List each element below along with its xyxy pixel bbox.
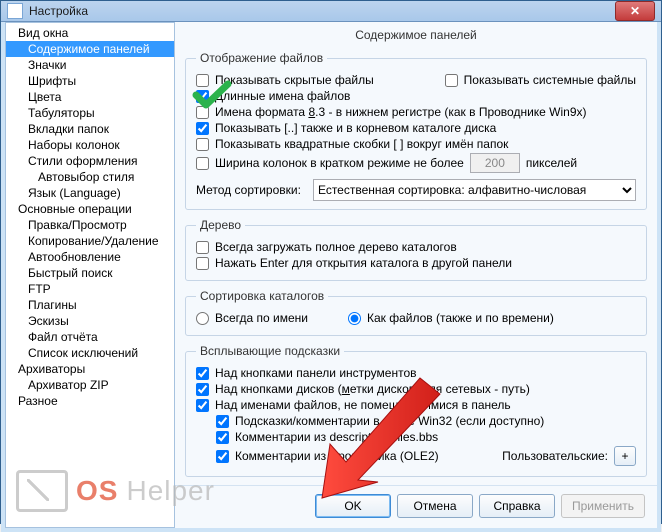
- cb-tip-ole2[interactable]: Комментарии из Проводника (OLE2): [216, 449, 439, 463]
- colwidth-suffix: пикселей: [526, 156, 577, 170]
- legend-files: Отображение файлов: [196, 51, 327, 65]
- sidebar-item[interactable]: Архиваторы: [6, 361, 174, 377]
- cb-tree-full[interactable]: Всегда загружать полное дерево каталогов: [196, 240, 457, 254]
- cb-83[interactable]: Имена формата 8.3 - в нижнем регистре (к…: [196, 105, 587, 119]
- sidebar-item[interactable]: Список исключений: [6, 345, 174, 361]
- button-bar: OK Отмена Справка Применить: [175, 485, 657, 528]
- group-tree: Дерево Всегда загружать полное дерево ка…: [185, 218, 647, 281]
- legend-sortdir: Сортировка каталогов: [196, 289, 328, 303]
- sidebar-item[interactable]: Автовыбор стиля: [6, 169, 174, 185]
- sidebar-item[interactable]: Цвета: [6, 89, 174, 105]
- rb-byname[interactable]: Всегда по имени: [196, 311, 308, 325]
- cb-tip-win32[interactable]: Подсказки/комментарии в стиле Win32 (есл…: [216, 414, 544, 428]
- rb-asfiles[interactable]: Как файлов (также и по времени): [348, 311, 554, 325]
- main-panel: Содержимое панелей Отображение файлов По…: [175, 22, 657, 528]
- cb-tree-enter[interactable]: Нажать Enter для открытия каталога в дру…: [196, 256, 512, 270]
- panel-title: Содержимое панелей: [175, 22, 657, 48]
- sidebar-item[interactable]: Файл отчёта: [6, 329, 174, 345]
- cb-colwidth[interactable]: Ширина колонок в кратком режиме не более: [196, 156, 464, 170]
- cancel-button[interactable]: Отмена: [397, 494, 473, 518]
- group-files: Отображение файлов Показывать скрытые фа…: [185, 51, 647, 210]
- sidebar-item[interactable]: Плагины: [6, 297, 174, 313]
- sidebar-item[interactable]: Значки: [6, 57, 174, 73]
- ok-button[interactable]: OK: [315, 494, 391, 518]
- titlebar: Настройка ✕: [1, 1, 661, 22]
- custom-label: Пользовательские:: [502, 449, 608, 463]
- cb-tip-descript[interactable]: Комментарии из descript.ion/files.bbs: [216, 430, 438, 444]
- sort-label: Метод сортировки:: [196, 183, 301, 197]
- sidebar[interactable]: Вид окнаСодержимое панелейЗначкиШрифтыЦв…: [5, 22, 175, 528]
- cb-brackets[interactable]: Показывать квадратные скобки [ ] вокруг …: [196, 137, 508, 151]
- apply-button[interactable]: Применить: [561, 494, 645, 518]
- cb-system[interactable]: Показывать системные файлы: [445, 73, 636, 87]
- legend-tree: Дерево: [196, 218, 245, 232]
- sidebar-item[interactable]: Вид окна: [6, 25, 174, 41]
- group-tips: Всплывающие подсказки Над кнопками панел…: [185, 344, 647, 477]
- custom-plus-button[interactable]: +: [614, 446, 636, 466]
- sidebar-item[interactable]: Язык (Language): [6, 185, 174, 201]
- sidebar-item[interactable]: Табуляторы: [6, 105, 174, 121]
- cb-dotdot[interactable]: Показывать [..] также и в корневом катал…: [196, 121, 496, 135]
- sidebar-item[interactable]: Содержимое панелей: [6, 41, 174, 57]
- colwidth-input[interactable]: [470, 153, 520, 173]
- cb-hidden[interactable]: Показывать скрытые файлы: [196, 73, 374, 87]
- sidebar-item[interactable]: Архиватор ZIP: [6, 377, 174, 393]
- sidebar-item[interactable]: Вкладки папок: [6, 121, 174, 137]
- sidebar-item[interactable]: Шрифты: [6, 73, 174, 89]
- content: Отображение файлов Показывать скрытые фа…: [175, 48, 657, 485]
- sidebar-item[interactable]: Разное: [6, 393, 174, 409]
- settings-window: Настройка ✕ Вид окнаСодержимое панелейЗн…: [0, 0, 662, 524]
- cb-tip-toolbar[interactable]: Над кнопками панели инструментов: [196, 366, 417, 380]
- sidebar-item[interactable]: Правка/Просмотр: [6, 217, 174, 233]
- window-body: Вид окнаСодержимое панелейЗначкиШрифтыЦв…: [1, 22, 661, 532]
- sort-select[interactable]: Естественная сортировка: алфавитно-число…: [313, 179, 636, 201]
- sidebar-item[interactable]: FTP: [6, 281, 174, 297]
- help-button[interactable]: Справка: [479, 494, 555, 518]
- cb-longnames[interactable]: Длинные имена файлов: [196, 89, 350, 103]
- sidebar-item[interactable]: Наборы колонок: [6, 137, 174, 153]
- window-title: Настройка: [29, 4, 615, 18]
- legend-tips: Всплывающие подсказки: [196, 344, 344, 358]
- cb-tip-files[interactable]: Над именами файлов, не помещающимися в п…: [196, 398, 511, 412]
- sidebar-item[interactable]: Быстрый поиск: [6, 265, 174, 281]
- group-sortdir: Сортировка каталогов Всегда по имени Как…: [185, 289, 647, 336]
- sidebar-item[interactable]: Эскизы: [6, 313, 174, 329]
- sidebar-item[interactable]: Основные операции: [6, 201, 174, 217]
- sidebar-item[interactable]: Автообновление: [6, 249, 174, 265]
- sidebar-item[interactable]: Стили оформления: [6, 153, 174, 169]
- close-button[interactable]: ✕: [615, 1, 655, 21]
- sidebar-item[interactable]: Копирование/Удаление: [6, 233, 174, 249]
- cb-tip-drives[interactable]: Над кнопками дисков (метки дисков, для с…: [196, 382, 530, 396]
- app-icon: [7, 3, 23, 19]
